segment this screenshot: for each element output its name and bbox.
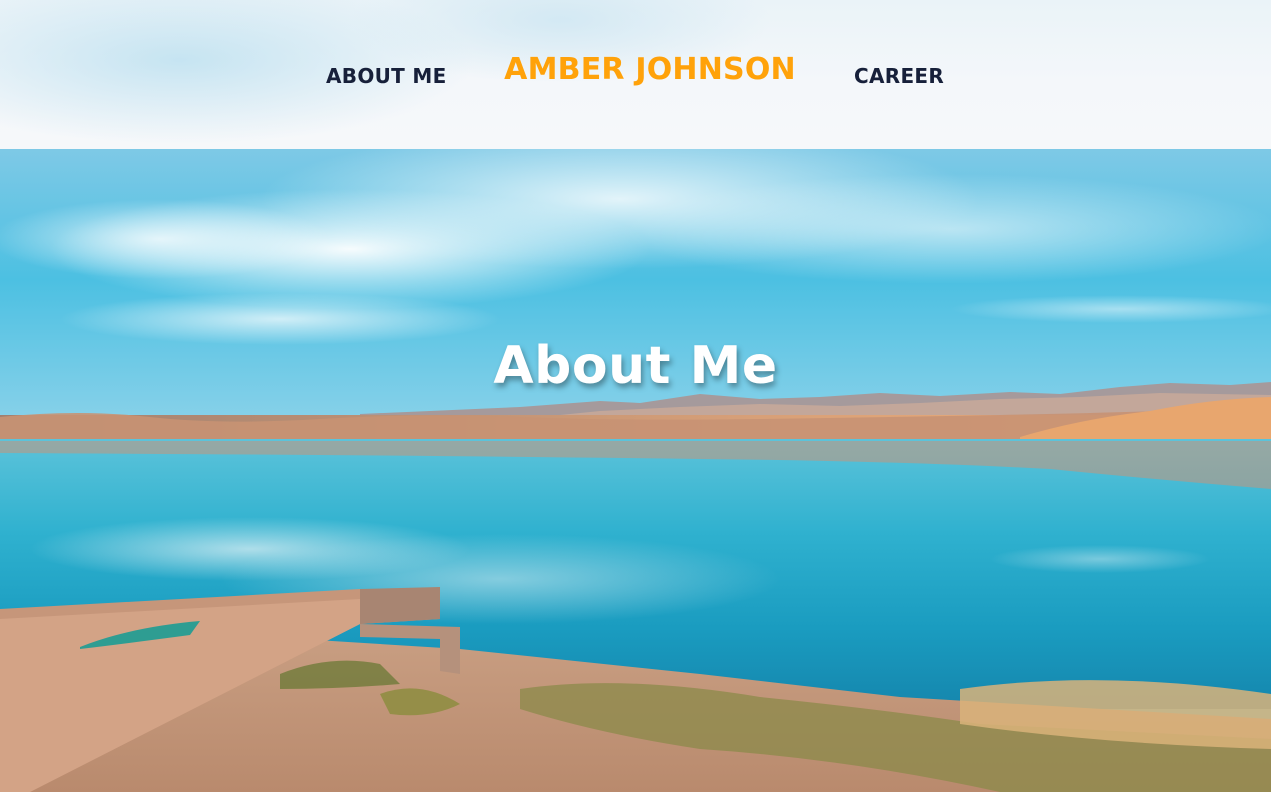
hero-banner: About Me [0,149,1271,792]
nav-link-about-me[interactable]: ABOUT ME [326,64,447,88]
hero-background-image [0,149,1271,792]
site-brand[interactable]: AMBER JOHNSON [500,52,800,87]
nav-link-career[interactable]: CAREER [854,64,944,88]
site-header: ABOUT ME AMBER JOHNSON CAREER [0,0,1271,149]
hero-title: About Me [493,335,778,396]
main-nav: ABOUT ME AMBER JOHNSON CAREER [0,52,1271,96]
page: ABOUT ME AMBER JOHNSON CAREER About Me [0,0,1271,792]
